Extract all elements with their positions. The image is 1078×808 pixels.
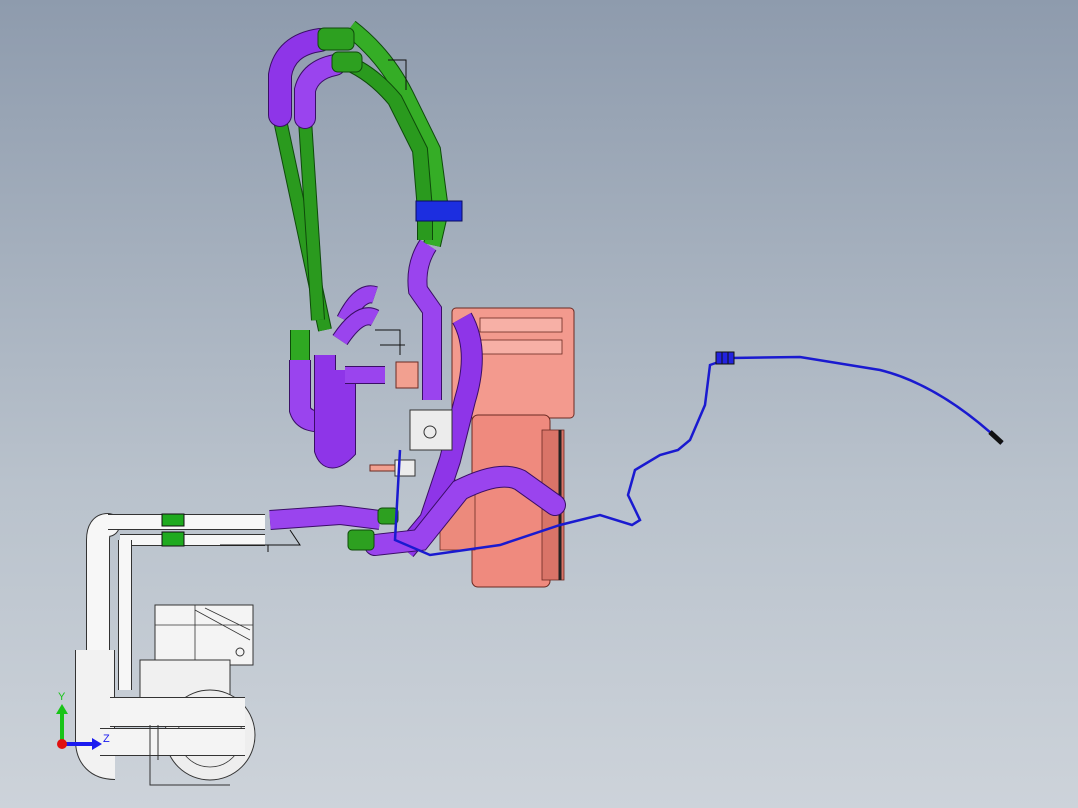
3d-model-view[interactable]: Y Z <box>0 0 1078 808</box>
white-pipe-assembly[interactable] <box>75 513 301 786</box>
triad-z-label: Z <box>103 733 110 745</box>
white-housing <box>139 604 256 786</box>
blue-clamp <box>415 200 463 222</box>
green-clamp <box>161 531 185 547</box>
mounting-bracket <box>409 409 453 451</box>
cad-viewport[interactable]: Y Z <box>0 0 1078 808</box>
triad-origin <box>57 739 67 749</box>
triad-y-label: Y <box>58 691 66 703</box>
green-clamp <box>161 513 185 527</box>
wire-connector <box>715 351 735 365</box>
